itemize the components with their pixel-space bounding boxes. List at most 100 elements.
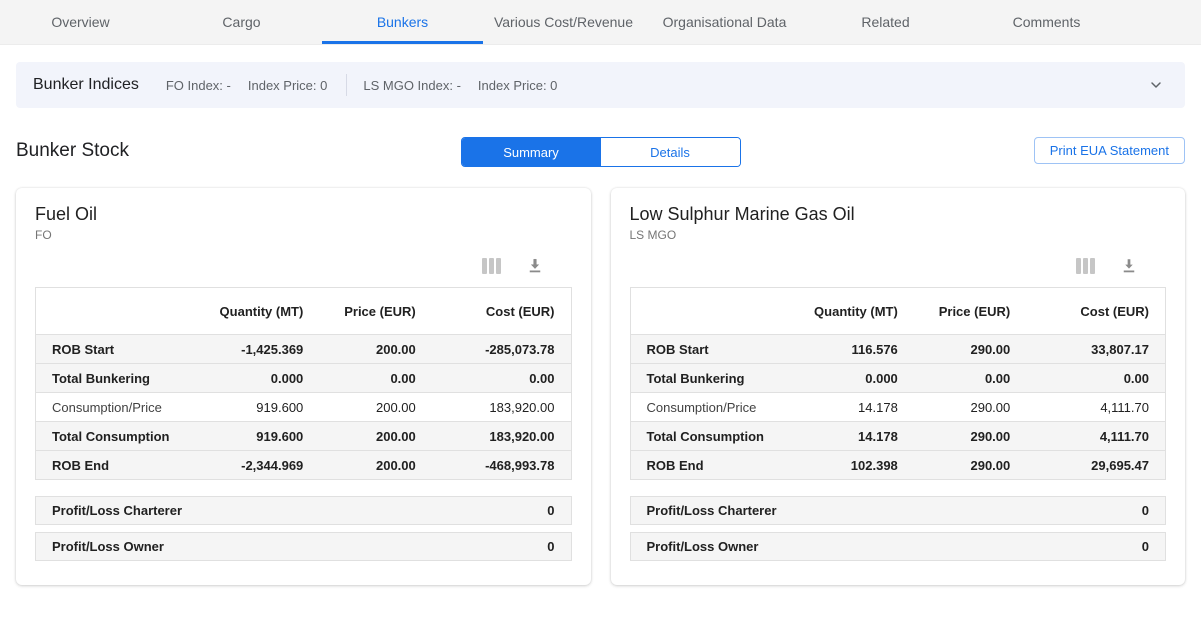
columns-icon[interactable] <box>1076 258 1095 274</box>
ls-mgo-card: Low Sulphur Marine Gas Oil LS MGO Quanti… <box>611 188 1186 585</box>
quantity-value: 919.600 <box>196 393 319 422</box>
row-label: Consumption/Price <box>630 393 791 422</box>
download-icon[interactable] <box>526 257 544 275</box>
card-title: Low Sulphur Marine Gas Oil <box>630 204 1167 225</box>
ls-mgo-index-price: Index Price: 0 <box>478 78 558 93</box>
table-header-row: Quantity (MT) Price (EUR) Cost (EUR) <box>36 288 572 335</box>
tab-bunkers[interactable]: Bunkers <box>322 0 483 44</box>
table-row-rob-start: ROB Start -1,425.369 200.00 -285,073.78 <box>36 335 572 364</box>
page-title: Bunker Stock <box>16 140 129 162</box>
price-value: 0.00 <box>914 364 1026 393</box>
column-header-cost: Cost (EUR) <box>1026 288 1165 335</box>
quantity-value: 14.178 <box>791 422 914 451</box>
divider <box>346 74 347 96</box>
profit-loss-value: 0 <box>1142 503 1149 518</box>
download-icon[interactable] <box>1120 257 1138 275</box>
fo-index-price: Index Price: 0 <box>248 78 328 93</box>
bunker-stock-table: Quantity (MT) Price (EUR) Cost (EUR) ROB… <box>35 287 572 480</box>
tab-label: Various Cost/Revenue <box>494 14 633 30</box>
summary-details-toggle: Summary Details <box>461 137 741 167</box>
quantity-value: -1,425.369 <box>196 335 319 364</box>
tab-comments[interactable]: Comments <box>966 0 1127 44</box>
cost-value: -285,073.78 <box>432 335 571 364</box>
tab-related[interactable]: Related <box>805 0 966 44</box>
tab-label: Comments <box>1013 14 1081 30</box>
column-header-cost: Cost (EUR) <box>432 288 571 335</box>
row-label: Total Consumption <box>36 422 197 451</box>
price-value: 290.00 <box>914 451 1026 480</box>
details-toggle-button[interactable]: Details <box>601 138 740 166</box>
price-value: 200.00 <box>319 335 431 364</box>
table-row-total-bunkering: Total Bunkering 0.000 0.00 0.00 <box>630 364 1166 393</box>
table-header-row: Quantity (MT) Price (EUR) Cost (EUR) <box>630 288 1166 335</box>
tab-bar: Overview Cargo Bunkers Various Cost/Reve… <box>0 0 1201 45</box>
row-label: Total Consumption <box>630 422 791 451</box>
quantity-value: 0.000 <box>196 364 319 393</box>
row-label: ROB End <box>630 451 791 480</box>
card-toolbar <box>35 257 572 275</box>
table-row-rob-end: ROB End 102.398 290.00 29,695.47 <box>630 451 1166 480</box>
print-eua-statement-button[interactable]: Print EUA Statement <box>1034 137 1185 164</box>
cost-value: 183,920.00 <box>432 393 571 422</box>
profit-loss-owner-row: Profit/Loss Owner 0 <box>630 532 1167 561</box>
chevron-down-icon[interactable] <box>1148 77 1164 93</box>
card-subtitle: LS MGO <box>630 228 1167 242</box>
profit-loss-charterer-row: Profit/Loss Charterer 0 <box>35 496 572 525</box>
tab-label: Overview <box>51 14 109 30</box>
tab-label: Related <box>861 14 909 30</box>
quantity-value: 116.576 <box>791 335 914 364</box>
profit-loss-label: Profit/Loss Owner <box>52 539 164 554</box>
column-header-empty <box>630 288 791 335</box>
cost-value: 0.00 <box>1026 364 1165 393</box>
columns-icon[interactable] <box>482 258 501 274</box>
profit-loss-owner-row: Profit/Loss Owner 0 <box>35 532 572 561</box>
fo-index-value: FO Index: - <box>166 78 231 93</box>
table-row-consumption-price: Consumption/Price 14.178 290.00 4,111.70 <box>630 393 1166 422</box>
bunker-stock-table: Quantity (MT) Price (EUR) Cost (EUR) ROB… <box>630 287 1167 480</box>
quantity-value: -2,344.969 <box>196 451 319 480</box>
bunker-indices-title: Bunker Indices <box>33 76 139 94</box>
tab-label: Cargo <box>222 14 260 30</box>
fuel-oil-card: Fuel Oil FO Quantity (MT) Price (EUR) Co… <box>16 188 591 585</box>
price-value: 200.00 <box>319 393 431 422</box>
row-label: Total Bunkering <box>630 364 791 393</box>
cost-value: 33,807.17 <box>1026 335 1165 364</box>
column-header-empty <box>36 288 197 335</box>
quantity-value: 0.000 <box>791 364 914 393</box>
quantity-value: 14.178 <box>791 393 914 422</box>
cost-value: 0.00 <box>432 364 571 393</box>
card-toolbar <box>630 257 1167 275</box>
column-header-price: Price (EUR) <box>914 288 1026 335</box>
price-value: 290.00 <box>914 335 1026 364</box>
bunker-stock-header: Bunker Stock Summary Details Print EUA S… <box>16 135 1185 166</box>
column-header-price: Price (EUR) <box>319 288 431 335</box>
tab-label: Bunkers <box>377 14 428 30</box>
price-value: 290.00 <box>914 393 1026 422</box>
cost-value: 183,920.00 <box>432 422 571 451</box>
tab-organisational-data[interactable]: Organisational Data <box>644 0 805 44</box>
page-content: Bunker Indices FO Index: - Index Price: … <box>0 62 1201 585</box>
summary-toggle-button[interactable]: Summary <box>462 138 601 166</box>
cost-value: 4,111.70 <box>1026 422 1165 451</box>
tab-overview[interactable]: Overview <box>0 0 161 44</box>
tab-cargo[interactable]: Cargo <box>161 0 322 44</box>
profit-loss-value: 0 <box>1142 539 1149 554</box>
tab-various-cost-revenue[interactable]: Various Cost/Revenue <box>483 0 644 44</box>
column-header-quantity: Quantity (MT) <box>196 288 319 335</box>
profit-loss-label: Profit/Loss Charterer <box>647 503 777 518</box>
cost-value: 4,111.70 <box>1026 393 1165 422</box>
table-row-consumption-price: Consumption/Price 919.600 200.00 183,920… <box>36 393 572 422</box>
profit-loss-value: 0 <box>547 539 554 554</box>
column-header-quantity: Quantity (MT) <box>791 288 914 335</box>
table-row-rob-end: ROB End -2,344.969 200.00 -468,993.78 <box>36 451 572 480</box>
quantity-value: 919.600 <box>196 422 319 451</box>
row-label: ROB End <box>36 451 197 480</box>
tab-label: Organisational Data <box>663 14 787 30</box>
cost-value: -468,993.78 <box>432 451 571 480</box>
price-value: 200.00 <box>319 451 431 480</box>
row-label: ROB Start <box>36 335 197 364</box>
bunker-indices-panel-header[interactable]: Bunker Indices FO Index: - Index Price: … <box>16 62 1185 108</box>
table-row-total-bunkering: Total Bunkering 0.000 0.00 0.00 <box>36 364 572 393</box>
bunker-cards: Fuel Oil FO Quantity (MT) Price (EUR) Co… <box>16 188 1185 585</box>
ls-mgo-index-value: LS MGO Index: - <box>363 78 461 93</box>
